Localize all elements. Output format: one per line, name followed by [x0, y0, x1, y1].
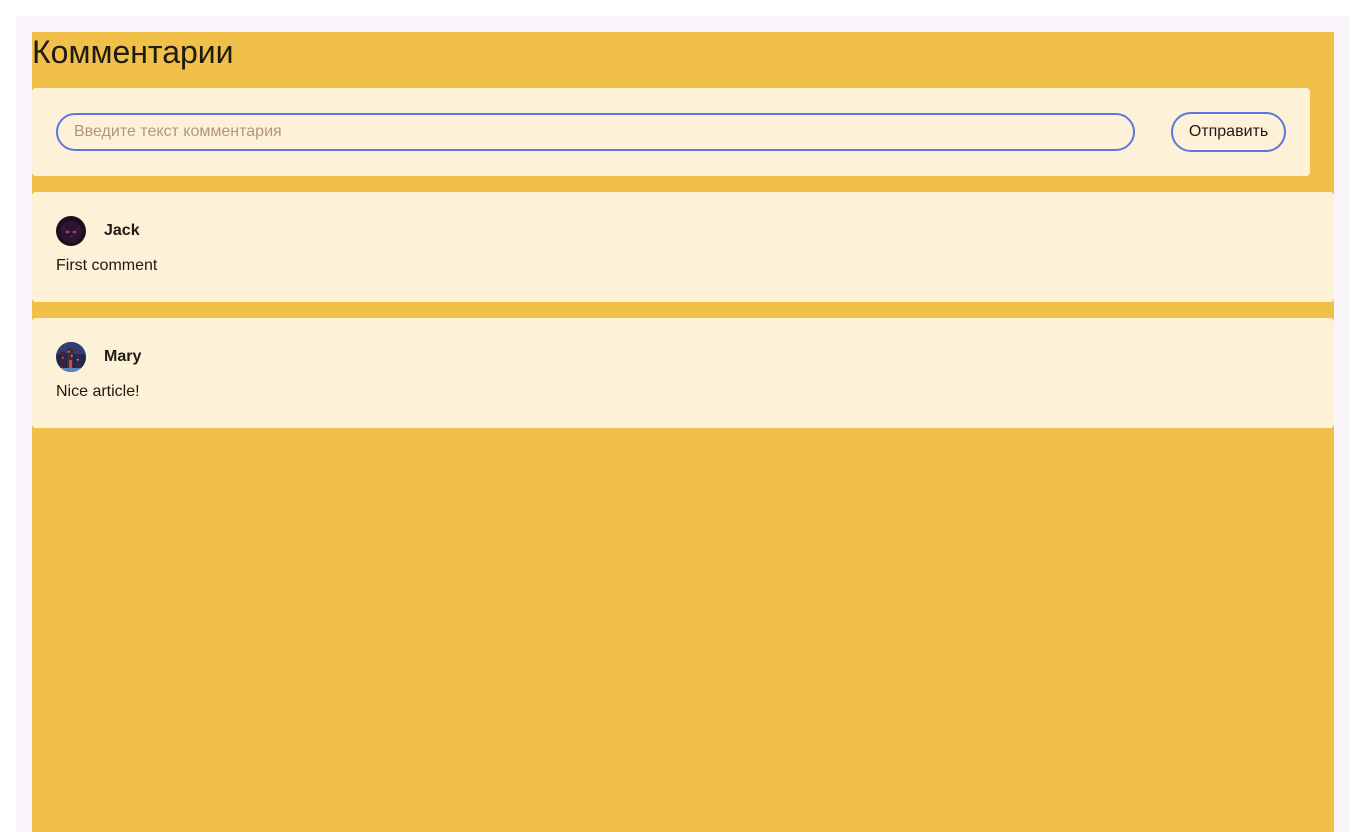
comment-author: Mary	[104, 348, 142, 365]
avatar	[56, 342, 86, 372]
submit-button[interactable]: Отправить	[1171, 112, 1286, 152]
comment-author: Jack	[104, 222, 140, 239]
page-background: Комментарии Отправить Jack First comment	[16, 16, 1350, 832]
night-city-avatar-icon	[56, 342, 86, 372]
page-title: Комментарии	[32, 34, 234, 70]
comment-text: Nice article!	[56, 383, 140, 400]
dark-cat-avatar-icon	[56, 216, 86, 246]
comments-panel: Комментарии Отправить Jack First comment	[32, 32, 1334, 832]
comment-card: Jack First comment	[32, 192, 1334, 302]
comment-card: Mary Nice article!	[32, 318, 1334, 428]
comment-form: Отправить	[32, 88, 1310, 176]
comment-text: First comment	[56, 257, 158, 274]
comment-input[interactable]	[56, 113, 1135, 151]
avatar	[56, 216, 86, 246]
